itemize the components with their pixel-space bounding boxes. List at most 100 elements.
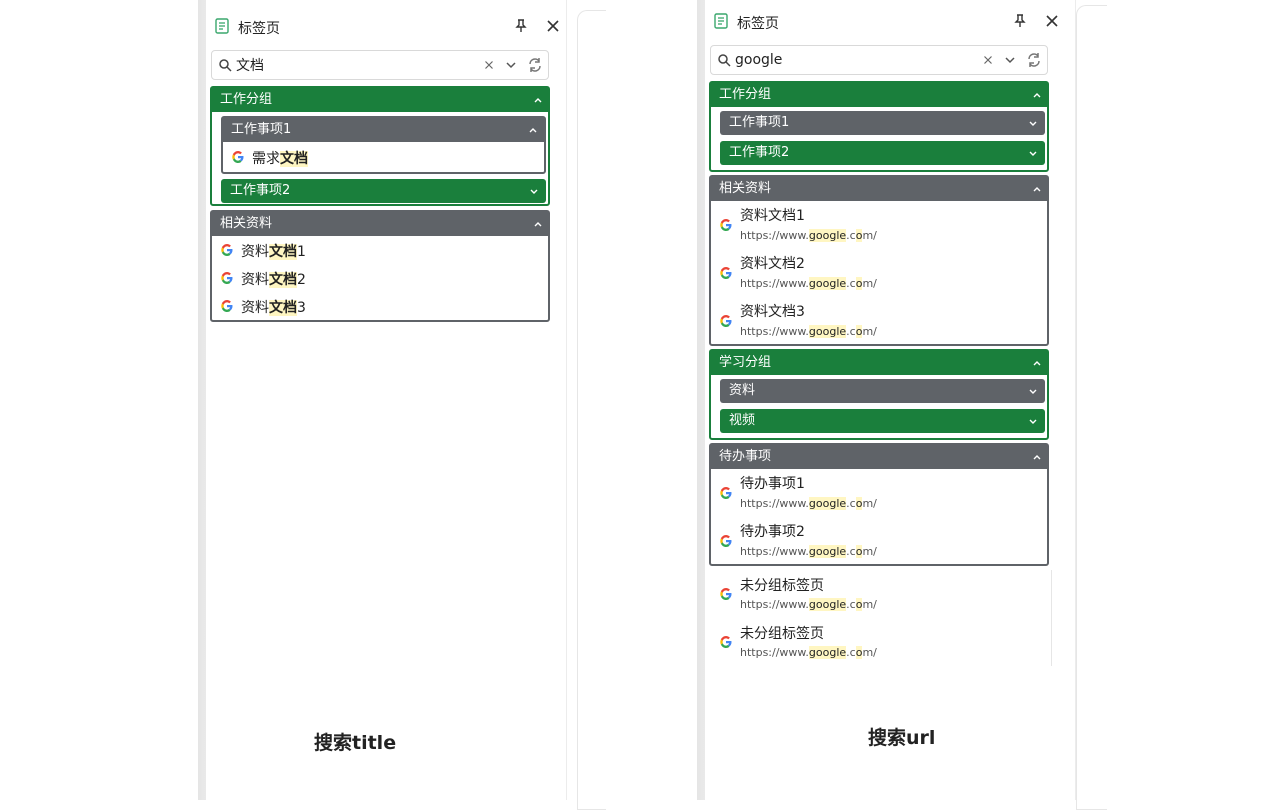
chevron-up-icon — [1033, 187, 1041, 192]
tab-title: 资料文档1 — [740, 208, 805, 224]
google-icon — [232, 151, 244, 163]
pin-icon[interactable] — [513, 18, 529, 34]
group-todo: 待办事项 待办事项1 https://www.google.com/ 待办事项2… — [709, 443, 1049, 566]
google-icon — [720, 588, 732, 600]
panel-header: 标签页 — [206, 10, 566, 42]
chevron-down-icon[interactable] — [504, 58, 518, 72]
tab-title: 资料文档2 — [740, 256, 805, 272]
subgroup-label: 工作事项2 — [230, 183, 291, 198]
search-bar — [710, 45, 1048, 75]
tab-title: 需求文档 — [252, 151, 308, 167]
tab-title: 未分组标签页 — [740, 626, 824, 642]
panel-title: 标签页 — [238, 21, 280, 37]
tab-title: 资料文档2 — [241, 272, 306, 288]
group-label: 相关资料 — [220, 216, 273, 231]
tab-item[interactable]: 资料文档1 — [212, 236, 548, 264]
chevron-up-icon — [1033, 361, 1041, 366]
tab-item[interactable]: 待办事项1 https://www.google.com/ — [711, 469, 1047, 517]
google-icon — [221, 244, 233, 256]
group-study: 学习分组 资料 视频 — [709, 349, 1049, 440]
google-icon — [221, 272, 233, 284]
chevron-down-icon — [1029, 121, 1037, 126]
chevron-down-icon — [1029, 389, 1037, 394]
tab-url: https://www.google.com/ — [740, 545, 877, 558]
subgroup-label: 视频 — [729, 413, 756, 428]
tab-url: https://www.google.com/ — [740, 229, 877, 242]
chevron-up-icon — [1033, 93, 1041, 98]
search-input[interactable] — [735, 50, 975, 70]
group-header[interactable]: 相关资料 — [212, 212, 548, 236]
tab-panel-right: 标签页 工作分组 工作事项1 — [705, 0, 1076, 800]
sync-icon[interactable] — [1026, 52, 1042, 68]
caption-search-url: 搜索url — [868, 727, 936, 749]
chevron-down-icon[interactable] — [1003, 53, 1017, 67]
card-edge — [577, 10, 606, 810]
group-header[interactable]: 工作分组 — [212, 88, 548, 112]
search-icon — [718, 54, 731, 67]
group-header[interactable]: 相关资料 — [711, 177, 1047, 201]
tab-title: 待办事项1 — [740, 476, 805, 492]
tab-item[interactable]: 资料文档2 — [212, 264, 548, 292]
tab-item[interactable]: 未分组标签页 https://www.google.com/ — [711, 618, 1051, 666]
tab-item[interactable]: 待办事项2 https://www.google.com/ — [711, 517, 1047, 565]
google-icon — [720, 636, 732, 648]
doc-icon — [714, 13, 728, 29]
group-header[interactable]: 学习分组 — [711, 351, 1047, 375]
tab-item[interactable]: 未分组标签页 https://www.google.com/ — [711, 570, 1051, 618]
tab-url: https://www.google.com/ — [740, 325, 877, 338]
tab-item[interactable]: 需求文档 — [223, 142, 544, 172]
subgroup-label: 工作事项1 — [231, 122, 292, 137]
group-work: 工作分组 工作事项1 工作事项2 — [709, 81, 1049, 172]
group-label: 工作分组 — [719, 87, 772, 102]
tab-item[interactable]: 资料文档3 https://www.google.com/ — [711, 297, 1047, 345]
pin-icon[interactable] — [1012, 13, 1028, 29]
close-icon[interactable] — [545, 18, 561, 34]
group-label: 学习分组 — [719, 355, 772, 370]
tab-title: 未分组标签页 — [740, 578, 824, 594]
doc-icon — [215, 18, 229, 34]
caption-search-title: 搜索title — [314, 732, 397, 754]
chevron-up-icon — [534, 98, 542, 103]
group-ref: 相关资料 资料文档1 资料文档2 资料文档3 — [210, 210, 550, 322]
panel-header: 标签页 — [705, 5, 1075, 37]
tab-panel-left: 标签页 工作分组 工作事项1 — [206, 0, 567, 800]
group-header[interactable]: 工作分组 — [711, 83, 1047, 107]
clear-icon[interactable] — [981, 53, 995, 67]
google-icon — [720, 219, 732, 231]
subgroup-work2[interactable]: 工作事项2 — [221, 179, 546, 203]
group-header[interactable]: 待办事项 — [711, 445, 1047, 469]
search-input[interactable] — [236, 55, 476, 75]
subgroup-work1[interactable]: 工作事项1 — [720, 111, 1045, 135]
group-label: 工作分组 — [220, 92, 273, 107]
chevron-down-icon — [1029, 419, 1037, 424]
subgroup-study2[interactable]: 视频 — [720, 409, 1045, 433]
tab-title: 资料文档3 — [740, 304, 805, 320]
subgroup-study1[interactable]: 资料 — [720, 379, 1045, 403]
subgroup-work1: 工作事项1 需求文档 — [221, 116, 546, 174]
chevron-up-icon — [1033, 455, 1041, 460]
chevron-up-icon — [534, 222, 542, 227]
tab-title: 资料文档1 — [241, 244, 306, 260]
google-icon — [720, 535, 732, 547]
group-ref: 相关资料 资料文档1 https://www.google.com/ 资料文档2… — [709, 175, 1049, 346]
tab-item[interactable]: 资料文档3 — [212, 292, 548, 320]
tab-item[interactable]: 资料文档1 https://www.google.com/ — [711, 201, 1047, 249]
chevron-down-icon — [1029, 151, 1037, 156]
google-icon — [720, 487, 732, 499]
group-label: 待办事项 — [719, 449, 772, 464]
subgroup-work2[interactable]: 工作事项2 — [720, 141, 1045, 165]
subgroup-header[interactable]: 工作事项1 — [223, 118, 544, 142]
chevron-down-icon — [530, 189, 538, 194]
group-work: 工作分组 工作事项1 需求文档 工作事项2 — [210, 86, 550, 206]
google-icon — [720, 267, 732, 279]
group-label: 相关资料 — [719, 181, 772, 196]
close-icon[interactable] — [1044, 13, 1060, 29]
ungrouped-list: 未分组标签页 https://www.google.com/ 未分组标签页 ht… — [711, 570, 1052, 666]
google-icon — [221, 300, 233, 312]
tab-title: 待办事项2 — [740, 524, 805, 540]
clear-icon[interactable] — [482, 58, 496, 72]
search-icon — [219, 59, 232, 72]
tab-item[interactable]: 资料文档2 https://www.google.com/ — [711, 249, 1047, 297]
sync-icon[interactable] — [527, 57, 543, 73]
subgroup-label: 工作事项2 — [729, 145, 790, 160]
